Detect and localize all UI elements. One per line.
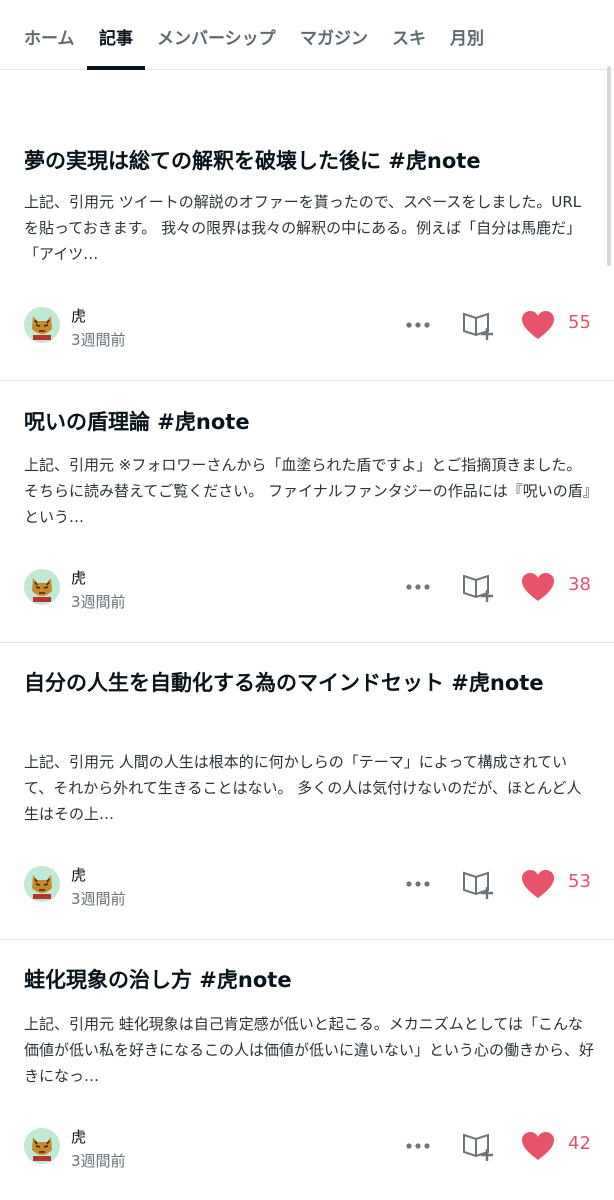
like-count: 55 [568, 312, 591, 333]
active-tab-indicator [87, 66, 145, 70]
add-to-magazine-icon[interactable] [461, 1130, 495, 1162]
avatar[interactable] [24, 866, 60, 902]
author-name[interactable]: 虎 [71, 567, 86, 588]
tab-bar: ホーム 記事 メンバーシップ マガジン スキ 月別 [0, 0, 614, 70]
article-excerpt: 上記、引用元 蛙化現象は自己肯定感が低いと起こる。メカニズムとしては「こんな価値… [24, 1015, 594, 1085]
article-card[interactable]: 夢の実現は総ての解釈を破壊した後に #虎note 上記、引用元 ツイートの解説の… [0, 71, 614, 381]
heart-icon[interactable] [521, 869, 555, 899]
like-count: 38 [568, 574, 591, 595]
avatar[interactable] [24, 307, 60, 343]
article-card[interactable]: 蛙化現象の治し方 #虎note 上記、引用元 蛙化現象は自己肯定感が低いと起こる… [0, 940, 614, 1200]
tab-monthly[interactable]: 月別 [450, 27, 484, 51]
article-meta: 虎 3週間前 53 [24, 864, 592, 908]
post-date: 3週間前 [71, 890, 126, 908]
article-title[interactable]: 夢の実現は総ての解釈を破壊した後に #虎note [24, 143, 584, 179]
article-title[interactable]: 呪いの盾理論 #虎note [24, 404, 584, 440]
tab-magazine[interactable]: マガジン [300, 27, 368, 51]
article-meta: 虎 3週間前 55 [24, 305, 592, 349]
article-meta: 虎 3週間前 42 [24, 1126, 592, 1170]
post-date: 3週間前 [71, 331, 126, 349]
article-card[interactable]: 呪いの盾理論 #虎note 上記、引用元 ※フォロワーさんから「血塗られた盾です… [0, 381, 614, 643]
avatar[interactable] [24, 569, 60, 605]
post-date: 3週間前 [71, 1152, 126, 1170]
add-to-magazine-icon[interactable] [461, 571, 495, 603]
avatar[interactable] [24, 1128, 60, 1164]
heart-icon[interactable] [521, 572, 555, 602]
article-excerpt: 上記、引用元 人間の人生は根本的に何かしらの「テーマ」によって構成されていて、そ… [24, 753, 582, 823]
more-icon[interactable] [404, 1134, 432, 1158]
article-card[interactable]: 自分の人生を自動化する為のマインドセット #虎note 上記、引用元 人間の人生… [0, 643, 614, 940]
heart-icon[interactable] [521, 1131, 555, 1161]
article-excerpt: 上記、引用元 ※フォロワーさんから「血塗られた盾ですよ」とご指摘頂きました。そち… [24, 456, 591, 526]
like-count: 42 [568, 1133, 591, 1154]
tab-articles[interactable]: 記事 [99, 27, 133, 51]
author-name[interactable]: 虎 [71, 864, 86, 885]
tab-likes[interactable]: スキ [392, 27, 426, 51]
post-date: 3週間前 [71, 593, 126, 611]
add-to-magazine-icon[interactable] [461, 309, 495, 341]
author-name[interactable]: 虎 [71, 1126, 86, 1147]
add-to-magazine-icon[interactable] [461, 868, 495, 900]
heart-icon[interactable] [521, 310, 555, 340]
article-meta: 虎 3週間前 38 [24, 567, 592, 611]
more-icon[interactable] [404, 575, 432, 599]
article-title[interactable]: 蛙化現象の治し方 #虎note [24, 962, 584, 998]
more-icon[interactable] [404, 313, 432, 337]
more-icon[interactable] [404, 872, 432, 896]
article-excerpt: 上記、引用元 ツイートの解説のオファーを貰ったので、スペースをしました。URLを… [24, 193, 582, 263]
like-count: 53 [568, 871, 591, 892]
tab-membership[interactable]: メンバーシップ [157, 27, 276, 51]
author-name[interactable]: 虎 [71, 305, 86, 326]
tab-home[interactable]: ホーム [24, 27, 75, 51]
article-title[interactable]: 自分の人生を自動化する為のマインドセット #虎note [24, 665, 586, 701]
